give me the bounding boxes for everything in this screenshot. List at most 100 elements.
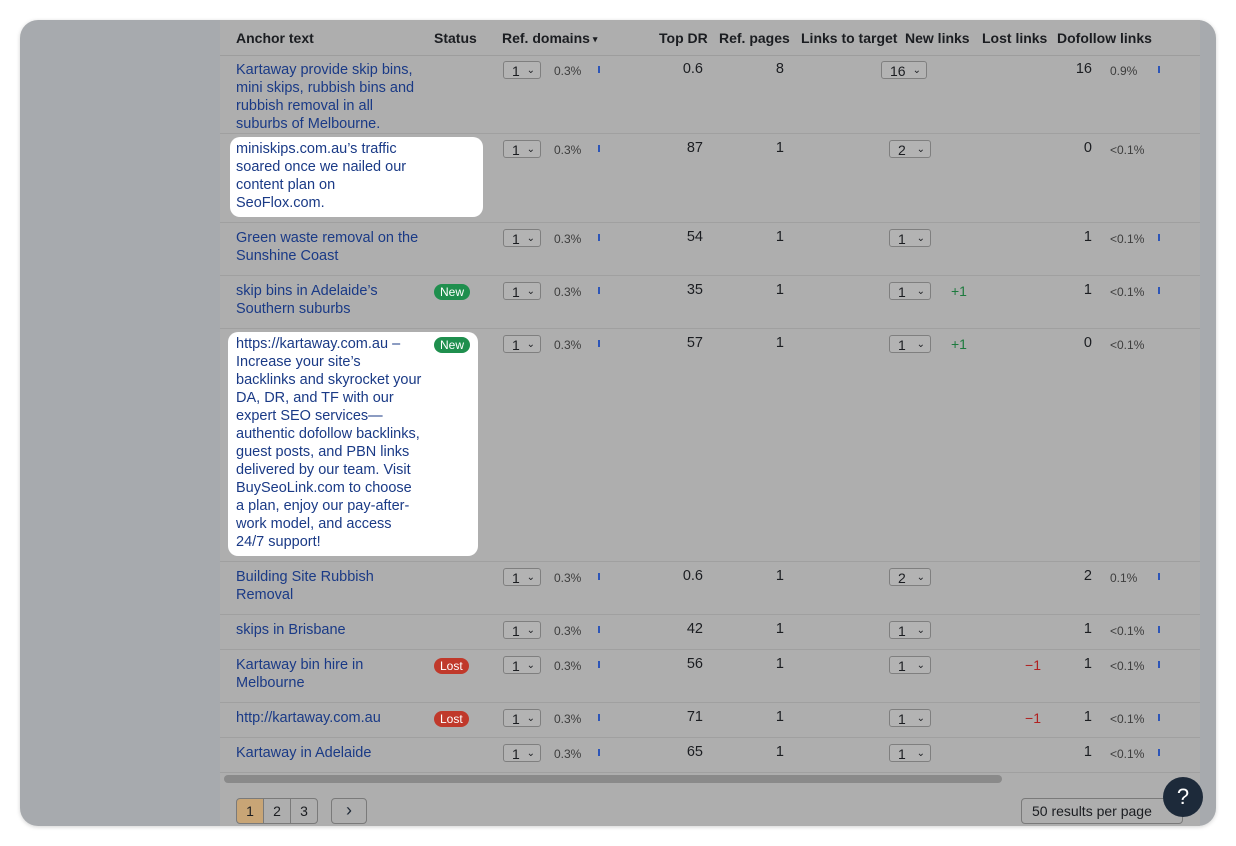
dofollow-value: 1: [1083, 709, 1092, 725]
links-to-target-dropdown-value: 1: [898, 746, 906, 762]
chevron-down-icon: ⌄: [526, 144, 535, 155]
top-dr-value: 42: [686, 621, 703, 637]
table-row: skips in Brisbane 1 ⌄ 0.3% 42 1 1 ⌄ 1 <0.1%: [220, 615, 1200, 650]
chevron-right-icon: ›: [346, 800, 352, 820]
table-row: Kartaway provide skip bins, mini skips, …: [220, 55, 1200, 134]
anchor-text-link[interactable]: Green waste removal on the Sunshine Coas…: [236, 229, 422, 265]
table-row: Green waste removal on the Sunshine Coas…: [220, 223, 1200, 276]
anchor-text-link[interactable]: Kartaway bin hire in Melbourne: [236, 656, 422, 692]
new-links-value: +1: [951, 336, 967, 352]
top-dr-value: 65: [686, 744, 703, 760]
col-anchor-text[interactable]: Anchor text: [236, 30, 314, 46]
links-to-target-dropdown[interactable]: 1 ⌄: [889, 656, 931, 674]
top-dr-value: 87: [686, 140, 703, 156]
next-page-button[interactable]: ›: [331, 798, 367, 824]
links-to-target-dropdown-value: 1: [898, 623, 906, 639]
status-badge: Lost: [434, 658, 469, 674]
ref-pages-value: 8: [775, 61, 784, 77]
page-button-1[interactable]: 1: [236, 798, 264, 824]
ref-domains-dropdown[interactable]: 1 ⌄: [503, 656, 541, 674]
help-button[interactable]: ?: [1163, 777, 1203, 817]
anchor-text-link[interactable]: Kartaway in Adelaide: [236, 744, 422, 762]
col-lost-links[interactable]: Lost links: [982, 30, 1047, 46]
dofollow-percent: 0.1%: [1110, 571, 1138, 585]
col-ref-domains[interactable]: Ref. domains ▾: [502, 30, 597, 48]
ref-domains-percent: 0.3%: [554, 285, 582, 299]
anchor-text-link[interactable]: Kartaway provide skip bins, mini skips, …: [236, 61, 422, 133]
anchors-table-panel: Anchor text Status Ref. domains ▾ Top DR …: [220, 20, 1200, 826]
ref-domains-dropdown[interactable]: 1 ⌄: [503, 61, 541, 79]
page-button-2[interactable]: 2: [263, 798, 291, 824]
chevron-down-icon: ⌄: [916, 713, 925, 724]
links-to-target-dropdown[interactable]: 1 ⌄: [889, 744, 931, 762]
dofollow-value: 16: [1075, 61, 1092, 77]
links-to-target-dropdown[interactable]: 1 ⌄: [889, 621, 931, 639]
page-button-3[interactable]: 3: [290, 798, 318, 824]
dofollow-value: 1: [1083, 656, 1092, 672]
ref-domains-dropdown-value: 1: [512, 337, 520, 353]
ref-domains-percent: 0.3%: [554, 143, 582, 157]
ref-domains-bar: [598, 626, 600, 633]
ref-domains-dropdown[interactable]: 1 ⌄: [503, 744, 541, 762]
dofollow-value: 1: [1083, 744, 1092, 760]
links-to-target-dropdown[interactable]: 1 ⌄: [889, 335, 931, 353]
anchor-text-link[interactable]: http://kartaway.com.au: [236, 709, 422, 727]
dofollow-percent: 0.9%: [1110, 64, 1138, 78]
links-to-target-dropdown-value: 16: [890, 63, 906, 79]
anchor-text-link[interactable]: Building Site Rubbish Removal: [236, 568, 422, 604]
status-badge: Lost: [434, 711, 469, 727]
dofollow-percent: <0.1%: [1110, 143, 1145, 157]
col-dofollow-links[interactable]: Dofollow links: [1057, 30, 1152, 46]
col-links-to-target[interactable]: Links to target: [801, 30, 897, 46]
ref-domains-percent: 0.3%: [554, 232, 582, 246]
links-to-target-dropdown-value: 1: [898, 231, 906, 247]
anchor-text-link[interactable]: miniskips.com.au’s traffic soared once w…: [236, 140, 422, 212]
ref-domains-dropdown[interactable]: 1 ⌄: [503, 568, 541, 586]
ref-domains-bar: [598, 749, 600, 756]
sort-desc-icon: ▾: [592, 34, 598, 44]
ref-domains-dropdown[interactable]: 1 ⌄: [503, 282, 541, 300]
horizontal-scrollbar[interactable]: [224, 775, 1002, 783]
anchor-text-link[interactable]: https://kartaway.com.au – Increase your …: [236, 335, 422, 551]
ref-domains-dropdown[interactable]: 1 ⌄: [503, 229, 541, 247]
col-new-links[interactable]: New links: [905, 30, 970, 46]
dofollow-percent: <0.1%: [1110, 747, 1145, 761]
ref-domains-dropdown-value: 1: [512, 746, 520, 762]
ref-domains-percent: 0.3%: [554, 338, 582, 352]
links-to-target-dropdown-value: 1: [898, 337, 906, 353]
ref-domains-dropdown[interactable]: 1 ⌄: [503, 709, 541, 727]
ref-domains-dropdown[interactable]: 1 ⌄: [503, 140, 541, 158]
links-to-target-dropdown[interactable]: 1 ⌄: [889, 709, 931, 727]
links-to-target-dropdown[interactable]: 2 ⌄: [889, 140, 931, 158]
chevron-down-icon: ⌄: [916, 144, 925, 155]
top-dr-value: 54: [686, 229, 703, 245]
links-to-target-dropdown[interactable]: 16 ⌄: [881, 61, 927, 79]
table-row: Building Site Rubbish Removal 1 ⌄ 0.3% 0.6 1 2…: [220, 562, 1200, 615]
col-top-dr[interactable]: Top DR: [659, 30, 708, 46]
results-per-page-label: 50 results per page: [1032, 803, 1152, 819]
table-row: Kartaway in Adelaide 1 ⌄ 0.3% 65 1 1 ⌄ 1 <0.1%: [220, 738, 1200, 773]
ref-pages-value: 1: [775, 229, 784, 245]
col-status[interactable]: Status: [434, 30, 477, 46]
ref-domains-dropdown[interactable]: 1 ⌄: [503, 621, 541, 639]
top-dr-value: 0.6: [682, 568, 703, 584]
chevron-down-icon: ⌄: [526, 233, 535, 244]
links-to-target-dropdown[interactable]: 1 ⌄: [889, 229, 931, 247]
chevron-down-icon: ⌄: [526, 286, 535, 297]
ref-domains-dropdown-value: 1: [512, 63, 520, 79]
status-badge: New: [434, 284, 471, 300]
dofollow-percent: <0.1%: [1110, 712, 1145, 726]
status-badge: New: [434, 337, 471, 353]
chevron-down-icon: ⌄: [916, 286, 925, 297]
results-per-page-select[interactable]: 50 results per page⌄: [1021, 798, 1183, 824]
chevron-down-icon: ⌄: [526, 339, 535, 350]
col-ref-pages[interactable]: Ref. pages: [719, 30, 790, 46]
anchor-text-link[interactable]: skip bins in Adelaide’s Southern suburbs: [236, 282, 422, 318]
ref-pages-value: 1: [775, 140, 784, 156]
ref-domains-dropdown-value: 1: [512, 570, 520, 586]
anchor-text-link[interactable]: skips in Brisbane: [236, 621, 422, 639]
links-to-target-dropdown[interactable]: 1 ⌄: [889, 282, 931, 300]
ref-domains-dropdown[interactable]: 1 ⌄: [503, 335, 541, 353]
links-to-target-dropdown[interactable]: 2 ⌄: [889, 568, 931, 586]
chevron-down-icon: ⌄: [916, 660, 925, 671]
